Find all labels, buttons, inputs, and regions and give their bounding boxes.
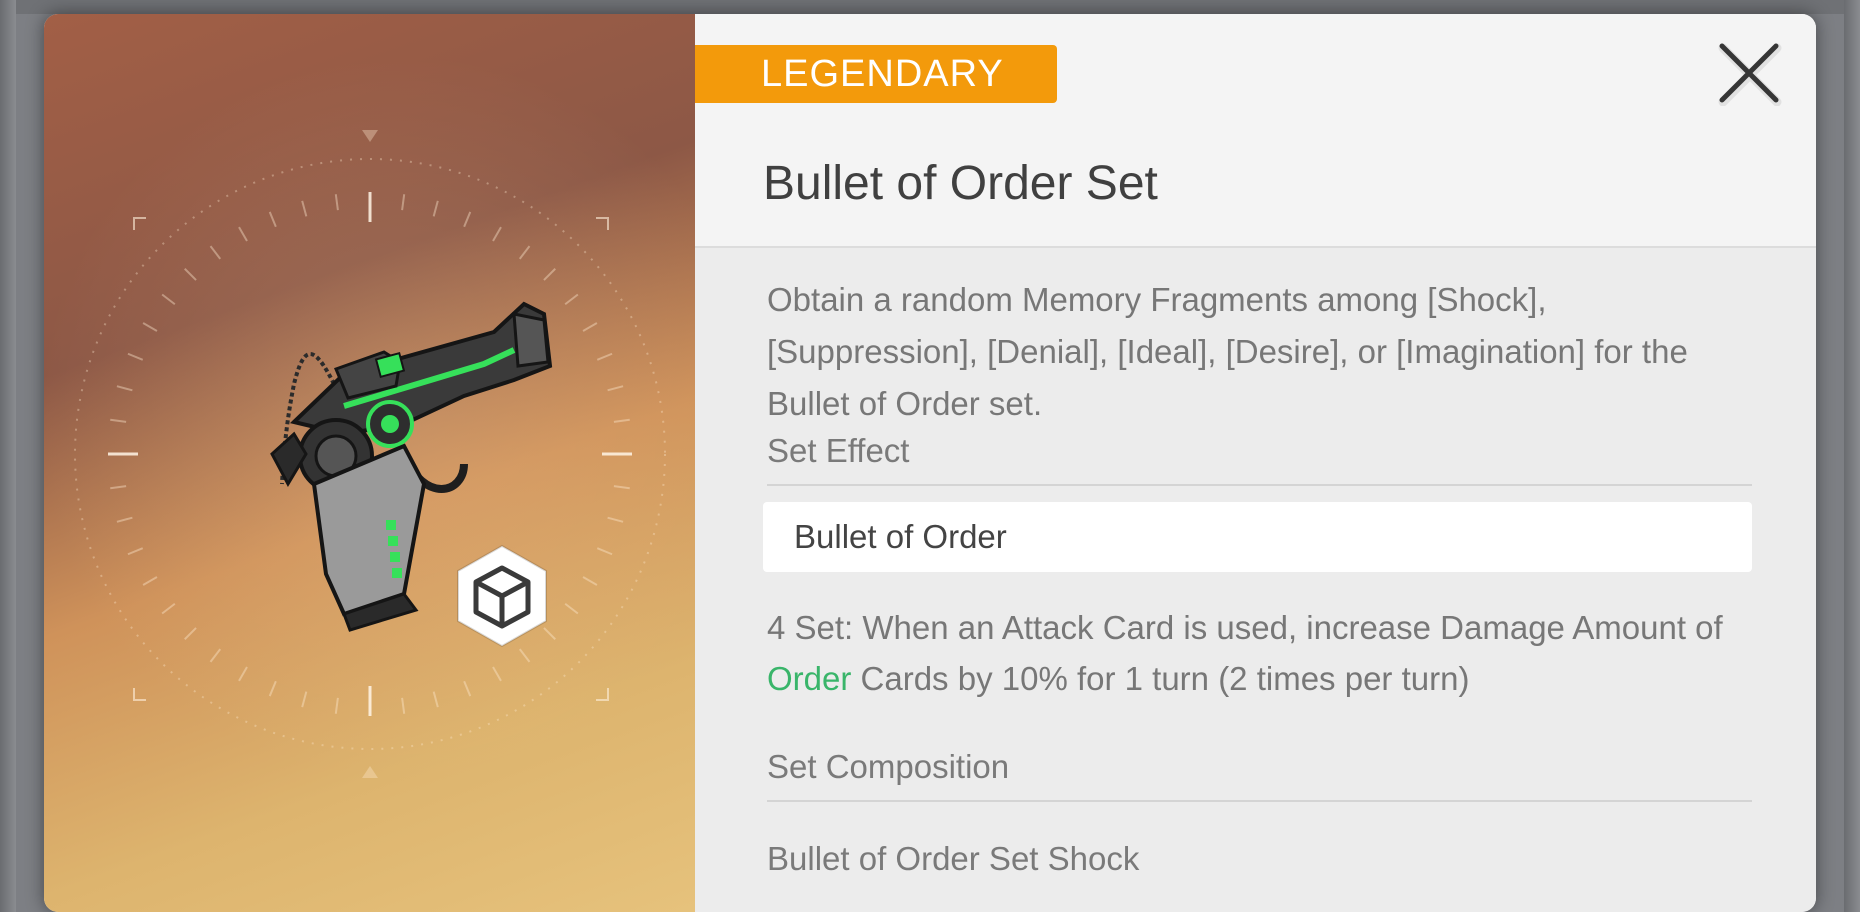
effect-highlight: Order [767, 660, 852, 697]
reticle-tick [116, 516, 133, 523]
set-effect-text: 4 Set: When an Attack Card is used, incr… [767, 602, 1752, 704]
set-effect-heading: Set Effect [767, 432, 1752, 486]
reticle-tick [543, 627, 556, 640]
close-button[interactable] [1716, 40, 1782, 107]
cube-icon [457, 544, 547, 648]
reticle-tick [161, 602, 176, 615]
reticle-tick [518, 648, 531, 663]
close-icon [1718, 43, 1782, 107]
window-frame-top [0, 0, 1860, 14]
reticle-tick [607, 385, 624, 392]
reticle-tick [613, 418, 630, 423]
reticle-tick [401, 697, 406, 714]
reticle-tick [518, 245, 531, 260]
reticle-tick [238, 666, 248, 682]
item-description: Obtain a random Memory Fragments among [… [767, 281, 1688, 422]
reticle-tick [463, 680, 472, 697]
reticle-tick [564, 293, 579, 306]
list-item[interactable]: Bullet of Order Set Shock [767, 840, 1752, 878]
set-composition-heading: Set Composition [767, 748, 1752, 802]
reticle-tick [596, 547, 613, 556]
reticle-tick [564, 602, 579, 615]
reticle-tick [184, 627, 197, 640]
reticle-tick [209, 245, 222, 260]
reticle-tick [127, 547, 144, 556]
reticle-tick [116, 385, 133, 392]
reticle-tick [492, 666, 502, 682]
reticle-tick [613, 485, 630, 490]
effect-text-part: 4 Set: When an Attack Card is used, incr… [767, 609, 1723, 646]
reticle-tick [142, 322, 158, 332]
window-frame-right [1844, 0, 1860, 912]
page-title: Bullet of Order Set [763, 157, 1158, 210]
item-art-panel [44, 14, 695, 912]
reticle-tick [432, 691, 439, 708]
reticle-tick [268, 211, 277, 228]
reticle-tick [184, 268, 197, 281]
item-detail-content[interactable]: Obtain a random Memory Fragments among [… [695, 248, 1816, 912]
reticle-tick [582, 322, 598, 332]
item-detail-modal: Bullet of Order Set LEGENDARY Obtain a r… [44, 14, 1816, 912]
reticle-tick [607, 516, 624, 523]
reticle-tick [127, 352, 144, 361]
reticle-tick [432, 200, 439, 217]
item-art [74, 130, 666, 778]
reticle-tick [334, 194, 339, 211]
reticle-tick [238, 226, 248, 242]
reticle-tick [301, 200, 308, 217]
reticle-tick [463, 211, 472, 228]
reticle-tick [582, 576, 598, 586]
reticle-tick [543, 268, 556, 281]
reticle-tick [161, 293, 176, 306]
reticle-tick [492, 226, 502, 242]
reticle-tick [142, 576, 158, 586]
reticle-tick [301, 691, 308, 708]
effect-text-part: Cards by 10% for 1 turn (2 times per tur… [851, 660, 1470, 697]
reticle-tick [334, 697, 339, 714]
window-frame-left [0, 0, 16, 912]
reticle-tick [596, 352, 613, 361]
set-name-box: Bullet of Order [763, 502, 1752, 572]
rarity-badge: LEGENDARY [695, 45, 1057, 103]
reticle-tick [110, 485, 127, 490]
reticle-tick [209, 648, 222, 663]
reticle-tick [110, 418, 127, 423]
reticle-tick [268, 680, 277, 697]
reticle-tick [401, 194, 406, 211]
